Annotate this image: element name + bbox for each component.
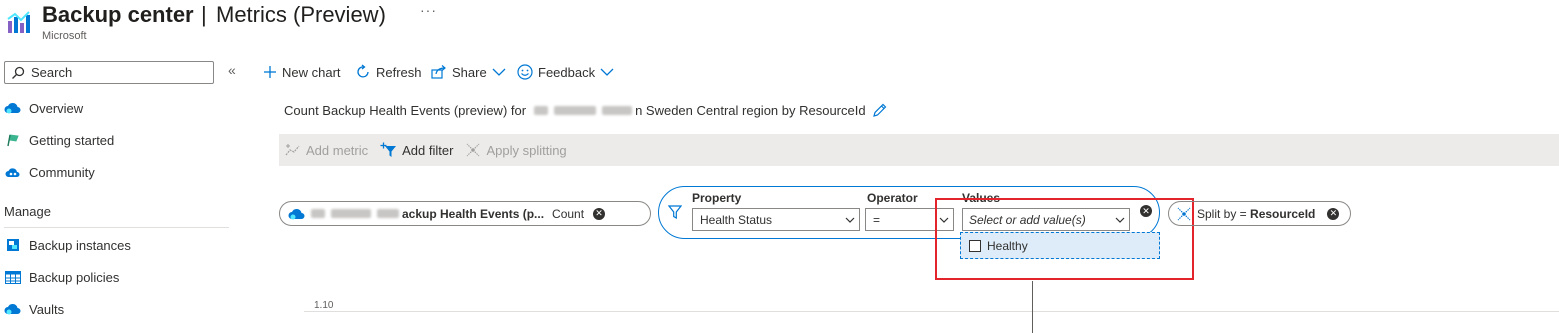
sidebar-item-label: Overview bbox=[29, 100, 84, 116]
add-metric-button[interactable]: Add metric bbox=[285, 134, 368, 166]
edit-pencil-icon[interactable] bbox=[872, 103, 887, 118]
sidebar-item-label: Community bbox=[29, 164, 95, 180]
chart-title-prefix: Count Backup Health Events (preview) for bbox=[284, 103, 527, 118]
sidebar-item-label: Backup policies bbox=[29, 269, 120, 285]
recovery-vault-icon bbox=[288, 207, 305, 221]
chevron-down-icon bbox=[492, 68, 506, 76]
sidebar-item-vaults[interactable]: Vaults bbox=[4, 297, 224, 321]
sidebar-item-overview[interactable]: Overview bbox=[4, 96, 224, 120]
chart-cursor-line bbox=[1032, 281, 1033, 333]
feedback-label: Feedback bbox=[538, 64, 596, 80]
plus-icon bbox=[263, 65, 277, 79]
y-axis-tick-label: 1.10 bbox=[314, 300, 334, 311]
chart-title-suffix: n Sweden Central region by ResourceId bbox=[635, 103, 866, 118]
annotation-highlight-box bbox=[935, 198, 1194, 280]
more-options-icon[interactable]: ··· bbox=[420, 2, 437, 18]
share-label: Share bbox=[452, 64, 487, 80]
sidebar-item-backup-instances[interactable]: Backup instances bbox=[4, 233, 224, 257]
community-cloud-icon bbox=[4, 164, 21, 181]
add-metric-label: Add metric bbox=[306, 142, 369, 158]
operator-label: Operator bbox=[867, 191, 918, 205]
share-button[interactable]: Share bbox=[431, 61, 506, 83]
sidebar-item-label: Getting started bbox=[29, 132, 115, 148]
add-metric-icon bbox=[285, 143, 301, 157]
property-label: Property bbox=[692, 191, 742, 205]
metric-name: ackup Health Events (p... bbox=[402, 206, 545, 221]
chart-gridline bbox=[304, 311, 1559, 312]
database-icon bbox=[4, 237, 21, 254]
split-by-pill[interactable]: Split by = ResourceId ✕ bbox=[1168, 201, 1351, 226]
redacted-text bbox=[554, 106, 597, 115]
backup-center-logo-icon bbox=[6, 9, 32, 35]
split-icon bbox=[1176, 206, 1192, 222]
refresh-button[interactable]: Refresh bbox=[355, 61, 422, 83]
remove-split-icon[interactable]: ✕ bbox=[1327, 207, 1340, 220]
apply-splitting-button[interactable]: Apply splitting bbox=[465, 134, 567, 166]
split-by-label: Split by = bbox=[1197, 206, 1251, 221]
redacted-text bbox=[377, 209, 399, 218]
page-title: Backup center bbox=[42, 2, 194, 27]
sidebar-item-label: Vaults bbox=[29, 301, 65, 317]
property-dropdown[interactable]: Health Status bbox=[692, 208, 860, 231]
cloud-icon bbox=[4, 301, 21, 318]
page-subtitle: Metrics (Preview) bbox=[216, 2, 386, 27]
add-filter-label: Add filter bbox=[402, 142, 454, 158]
redacted-text bbox=[331, 209, 371, 218]
split-by-value: ResourceId bbox=[1250, 206, 1316, 221]
section-divider bbox=[4, 227, 229, 228]
new-chart-button[interactable]: New chart bbox=[263, 61, 341, 83]
cloud-gear-icon bbox=[4, 100, 21, 117]
title-separator: | bbox=[201, 2, 207, 27]
search-icon bbox=[12, 66, 25, 79]
smiley-icon bbox=[517, 64, 533, 80]
redacted-text bbox=[534, 106, 549, 115]
add-filter-button[interactable]: Add filter bbox=[380, 134, 453, 166]
sidebar-item-backup-policies[interactable]: Backup policies bbox=[4, 265, 224, 289]
table-icon bbox=[4, 269, 21, 286]
feedback-button[interactable]: Feedback bbox=[517, 61, 614, 83]
operator-value: = bbox=[873, 212, 881, 227]
apply-splitting-icon bbox=[465, 142, 481, 158]
chevron-down-icon bbox=[841, 217, 859, 223]
apply-splitting-label: Apply splitting bbox=[486, 142, 567, 158]
search-input[interactable] bbox=[31, 65, 201, 80]
metric-toolbar: Add metric Add filter Apply splitting bbox=[279, 134, 1559, 166]
flag-icon bbox=[4, 132, 21, 149]
refresh-label: Refresh bbox=[376, 64, 422, 80]
chevron-down-icon bbox=[600, 68, 614, 76]
collapse-sidebar-icon[interactable]: « bbox=[228, 62, 236, 78]
redacted-text bbox=[602, 106, 633, 115]
publisher-label: Microsoft bbox=[42, 30, 87, 42]
share-icon bbox=[431, 65, 447, 79]
sidebar-item-label: Backup instances bbox=[29, 237, 131, 253]
filter-funnel-icon bbox=[668, 205, 682, 219]
manage-section-header: Manage bbox=[4, 204, 51, 219]
add-filter-icon bbox=[380, 142, 397, 158]
chart-title: Count Backup Health Events (preview) for… bbox=[284, 103, 887, 118]
metric-aggregation: Count bbox=[552, 206, 585, 221]
search-box[interactable] bbox=[4, 61, 214, 84]
sidebar-item-community[interactable]: Community bbox=[4, 160, 224, 184]
metric-pill[interactable]: ackup Health Events (p... Count ✕ bbox=[279, 201, 651, 226]
new-chart-label: New chart bbox=[282, 64, 341, 80]
refresh-icon bbox=[355, 64, 371, 80]
redacted-text bbox=[311, 209, 325, 218]
remove-metric-icon[interactable]: ✕ bbox=[593, 207, 606, 220]
sidebar-item-getting-started[interactable]: Getting started bbox=[4, 128, 224, 152]
property-value: Health Status bbox=[700, 212, 773, 227]
